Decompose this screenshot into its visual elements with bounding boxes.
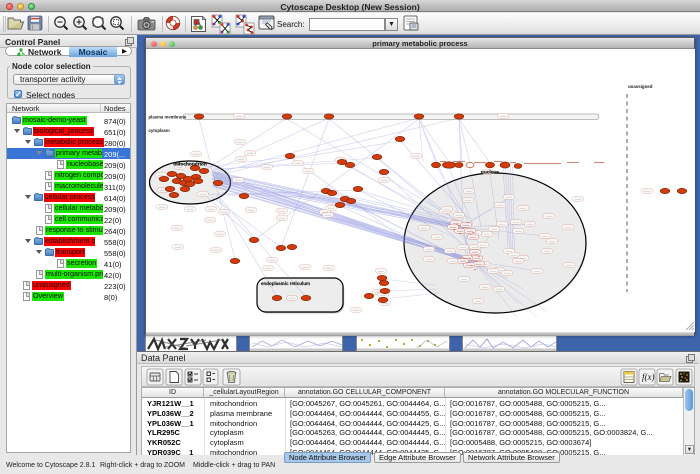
svg-text:endoplasmic reticulum: endoplasmic reticulum	[261, 281, 310, 286]
svg-text:plasma membrane: plasma membrane	[149, 115, 187, 120]
svg-text:nucleus: nucleus	[481, 170, 499, 176]
svg-text:f(x): f(x)	[642, 372, 655, 382]
svg-text:mitochondrion: mitochondrion	[173, 162, 207, 168]
svg-text:cytoplasm: cytoplasm	[149, 128, 170, 133]
svg-text:unassigned: unassigned	[628, 84, 653, 89]
